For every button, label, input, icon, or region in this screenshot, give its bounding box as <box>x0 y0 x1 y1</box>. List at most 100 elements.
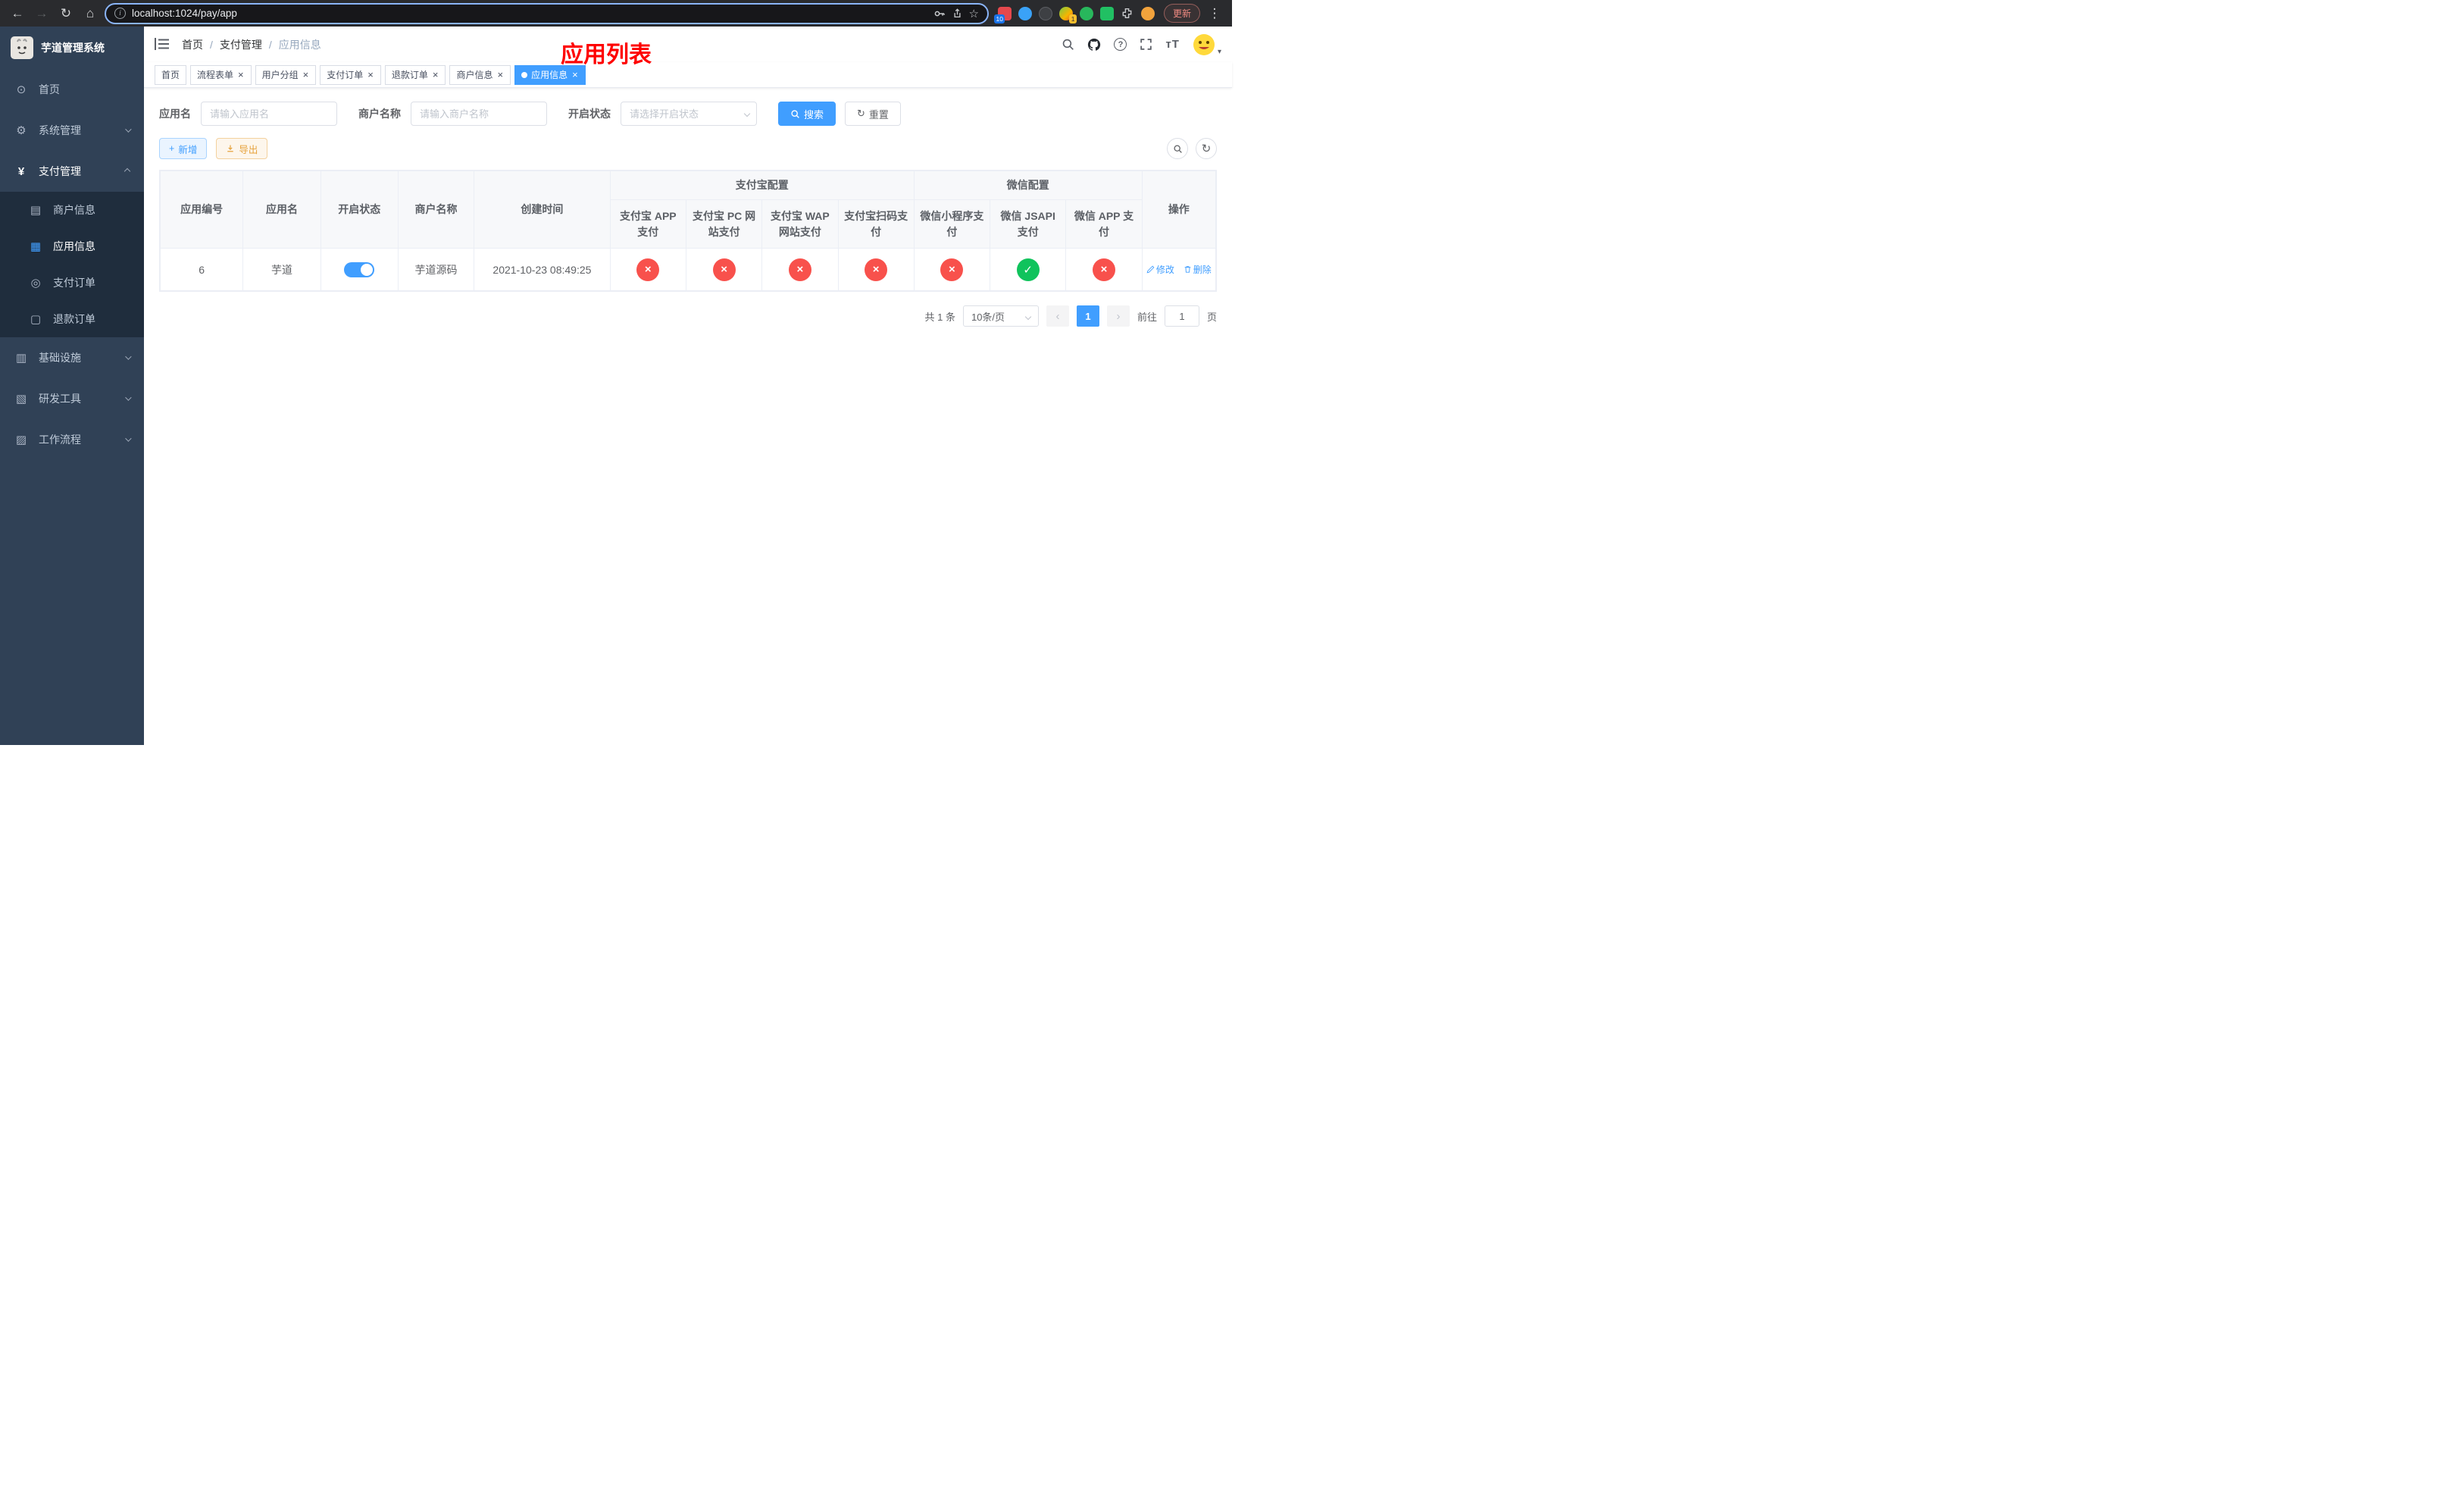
tab-pay-order[interactable]: 支付订单 × <box>320 64 381 85</box>
password-key-icon[interactable] <box>933 8 946 20</box>
browser-update-button[interactable]: 更新 <box>1163 4 1200 23</box>
merchant-name-input[interactable] <box>411 102 547 126</box>
fullscreen-icon[interactable] <box>1140 38 1152 51</box>
app-name-input[interactable] <box>201 102 337 126</box>
enable-switch[interactable] <box>344 261 375 277</box>
sidebar-item-infra[interactable]: ▥ 基础设施 <box>0 337 144 378</box>
tab-close-icon[interactable]: × <box>432 70 439 80</box>
chevron-down-icon <box>125 353 132 360</box>
apps-table: 应用编号 应用名 开启状态 商户名称 创建时间 支付宝配置 微信配置 操作 支付… <box>159 171 1217 291</box>
browser-back-icon[interactable]: ← <box>8 4 27 23</box>
sidebar-item-home[interactable]: ⊙ 首页 <box>0 69 144 110</box>
font-size-icon[interactable]: тT <box>1165 38 1180 51</box>
next-page-button[interactable]: › <box>1106 305 1130 327</box>
app-name-label: 应用名 <box>159 108 191 120</box>
navbar-actions: ? тT ▾ <box>1062 33 1221 56</box>
search-form: 应用名 商户名称 开启状态 搜索 ↻ <box>159 102 1217 126</box>
refresh-icon: ↻ <box>857 108 865 119</box>
browser-menu-icon[interactable]: ⋮ <box>1205 4 1224 23</box>
github-icon[interactable] <box>1087 38 1101 52</box>
edit-link[interactable]: 修改 <box>1146 263 1174 276</box>
tab-label: 退款订单 <box>391 70 428 80</box>
table-row: 6 芋道 芋道源码 2021-10-23 08:49:25 × × × × × … <box>159 248 1217 291</box>
tab-close-icon[interactable]: × <box>237 70 245 80</box>
sidebar-item-devtools[interactable]: ▧ 研发工具 <box>0 378 144 419</box>
export-button[interactable]: 导出 <box>216 138 268 159</box>
sidebar-item-label: 应用信息 <box>53 240 95 252</box>
pagination-total: 共 1 条 <box>924 311 955 323</box>
reset-button[interactable]: ↻ 重置 <box>845 102 901 126</box>
extension-icon-3[interactable] <box>1038 6 1052 20</box>
tab-label: 支付订单 <box>327 70 364 80</box>
browser-home-icon[interactable]: ⌂ <box>80 4 100 23</box>
extension-icon-4[interactable]: 1 <box>1058 6 1077 23</box>
url-input[interactable]: i localhost:1024/pay/app ☆ <box>105 2 989 24</box>
site-info-icon[interactable]: i <box>114 8 126 19</box>
help-icon[interactable]: ? <box>1114 38 1127 51</box>
breadcrumb-separator: / <box>210 38 213 51</box>
browser-forward-icon[interactable]: → <box>32 4 52 23</box>
sidebar-item-system[interactable]: ⚙ 系统管理 <box>0 110 144 151</box>
refresh-table-button[interactable]: ↻ <box>1196 138 1217 159</box>
sidebar-item-merchant-info[interactable]: ▤ 商户信息 <box>0 192 144 228</box>
breadcrumb-payment[interactable]: 支付管理 <box>220 37 262 52</box>
breadcrumb: 首页 / 支付管理 / 应用信息 <box>182 37 321 52</box>
tab-home[interactable]: 首页 <box>155 64 187 85</box>
sidebar-item-workflow[interactable]: ▨ 工作流程 <box>0 419 144 460</box>
infrastructure-icon: ▥ <box>15 352 27 365</box>
tab-label: 首页 <box>161 70 180 80</box>
search-button[interactable]: 搜索 <box>778 102 836 126</box>
page-size-select[interactable]: 10条/页 <box>962 305 1039 327</box>
config-status-icon: × <box>712 258 736 281</box>
tab-refund-order[interactable]: 退款订单 × <box>384 64 446 85</box>
prev-page-button[interactable]: ‹ <box>1046 305 1069 327</box>
navbar: 首页 / 支付管理 / 应用信息 ? тT ▾ <box>144 27 1232 62</box>
cell-app-name: 芋道 <box>242 248 321 291</box>
browser-reload-icon[interactable]: ↻ <box>56 4 76 23</box>
goto-page-input[interactable] <box>1164 305 1199 327</box>
tab-label: 用户分组 <box>261 70 299 80</box>
refund-doc-icon: ▢ <box>30 313 42 326</box>
sidebar-item-refund-order[interactable]: ▢ 退款订单 <box>0 301 144 337</box>
profile-avatar-icon[interactable] <box>1140 6 1155 20</box>
extension-icon-6[interactable] <box>1099 6 1114 20</box>
active-dot <box>521 71 528 78</box>
status-select[interactable] <box>621 102 757 126</box>
merchant-name-label: 商户名称 <box>358 108 401 120</box>
page-content: 应用名 商户名称 开启状态 搜索 ↻ <box>144 88 1232 745</box>
url-text[interactable]: localhost:1024/pay/app <box>132 8 927 19</box>
bookmark-star-icon[interactable]: ☆ <box>969 7 979 20</box>
extension-icon-2[interactable] <box>1018 6 1032 20</box>
share-icon[interactable] <box>952 8 963 19</box>
tab-close-icon[interactable]: × <box>496 70 504 80</box>
breadcrumb-separator: / <box>268 38 272 51</box>
page-number-button[interactable]: 1 <box>1076 305 1099 327</box>
breadcrumb-home[interactable]: 首页 <box>182 37 203 52</box>
config-status-icon: × <box>940 258 964 281</box>
sidebar-item-label: 基础设施 <box>39 352 81 364</box>
col-merchant: 商户名称 <box>397 171 475 249</box>
col-app-name: 应用名 <box>242 171 321 249</box>
tab-merchant-info[interactable]: 商户信息 × <box>449 64 511 85</box>
tab-user-group[interactable]: 用户分组 × <box>255 64 317 85</box>
extension-icon-1[interactable]: 10 <box>993 6 1012 23</box>
tab-process-form[interactable]: 流程表单 × <box>190 64 252 85</box>
tab-close-icon[interactable]: × <box>571 70 579 80</box>
tab-close-icon[interactable]: × <box>367 70 374 80</box>
extensions-puzzle-icon[interactable] <box>1121 7 1134 20</box>
delete-link[interactable]: 删除 <box>1184 263 1212 276</box>
tab-close-icon[interactable]: × <box>302 70 310 80</box>
cell-merchant: 芋道源码 <box>397 248 475 291</box>
hamburger-icon[interactable] <box>155 37 171 52</box>
goto-prefix: 前往 <box>1137 311 1157 323</box>
col-alipay-app: 支付宝 APP 支付 <box>609 199 686 249</box>
sidebar-item-payment[interactable]: ¥ 支付管理 <box>0 151 144 192</box>
user-avatar[interactable]: ▾ <box>1193 33 1221 56</box>
extension-icon-5[interactable] <box>1079 6 1093 20</box>
add-button[interactable]: + 新增 <box>159 138 208 159</box>
toggle-search-button[interactable] <box>1167 138 1188 159</box>
header-search-icon[interactable] <box>1062 38 1074 51</box>
sidebar-item-pay-order[interactable]: ◎ 支付订单 <box>0 265 144 301</box>
sidebar-item-app-info[interactable]: ▦ 应用信息 <box>0 228 144 265</box>
app-logo-row[interactable]: 芋道管理系统 <box>0 27 144 69</box>
